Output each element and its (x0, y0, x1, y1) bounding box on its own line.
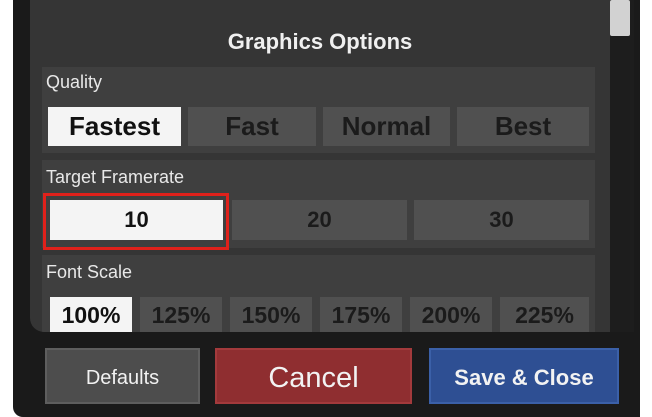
framerate-label: Target Framerate (46, 167, 185, 187)
font-scale-option-200[interactable]: 200% (410, 297, 492, 332)
dialog-scrollbar[interactable] (610, 0, 634, 332)
quality-option-best[interactable]: Best (457, 107, 589, 146)
font-scale-option-125[interactable]: 125% (140, 297, 222, 332)
font-scale-option-150[interactable]: 150% (230, 297, 312, 332)
save-close-button[interactable]: Save & Close (429, 348, 619, 404)
framerate-option-10[interactable]: 10 (50, 200, 223, 240)
font-scale-option-100[interactable]: 100% (50, 297, 132, 332)
font-scale-option-225[interactable]: 225% (500, 297, 589, 332)
quality-section: Quality Fastest Fast Normal Best (42, 67, 595, 153)
font-scale-section: Font Scale 100% 125% 150% 175% 200% 225% (42, 255, 595, 332)
quality-label: Quality (46, 72, 103, 92)
defaults-button[interactable]: Defaults (45, 348, 200, 404)
scrollbar-thumb[interactable] (610, 0, 630, 36)
font-scale-label: Font Scale (46, 262, 133, 282)
quality-option-fast[interactable]: Fast (188, 107, 316, 146)
framerate-option-20[interactable]: 20 (232, 200, 407, 240)
quality-option-fastest[interactable]: Fastest (48, 107, 181, 146)
font-scale-option-175[interactable]: 175% (320, 297, 402, 332)
quality-option-normal[interactable]: Normal (323, 107, 450, 146)
graphics-options-dialog: Graphics Options Quality Fastest Fast No… (30, 0, 610, 332)
dialog-title: Graphics Options (227, 29, 413, 54)
cancel-button[interactable]: Cancel (215, 348, 412, 404)
framerate-option-30[interactable]: 30 (414, 200, 589, 240)
framerate-section: Target Framerate 10 20 30 (42, 160, 595, 248)
